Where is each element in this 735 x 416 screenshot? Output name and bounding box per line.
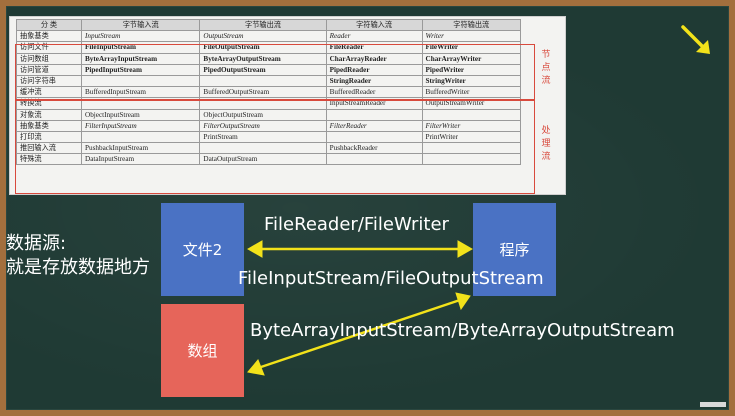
file-program-arrow bbox=[246, 240, 474, 258]
reader-writer-label: FileReader/FileWriter bbox=[264, 214, 449, 235]
slide-indicator bbox=[700, 402, 726, 407]
file-stream-label: FileInputStream/FileOutputStream bbox=[238, 268, 544, 289]
connection-arrows bbox=[246, 240, 474, 376]
bytearray-stream-label: ByteArrayInputStream/ByteArrayOutputStre… bbox=[250, 320, 675, 341]
